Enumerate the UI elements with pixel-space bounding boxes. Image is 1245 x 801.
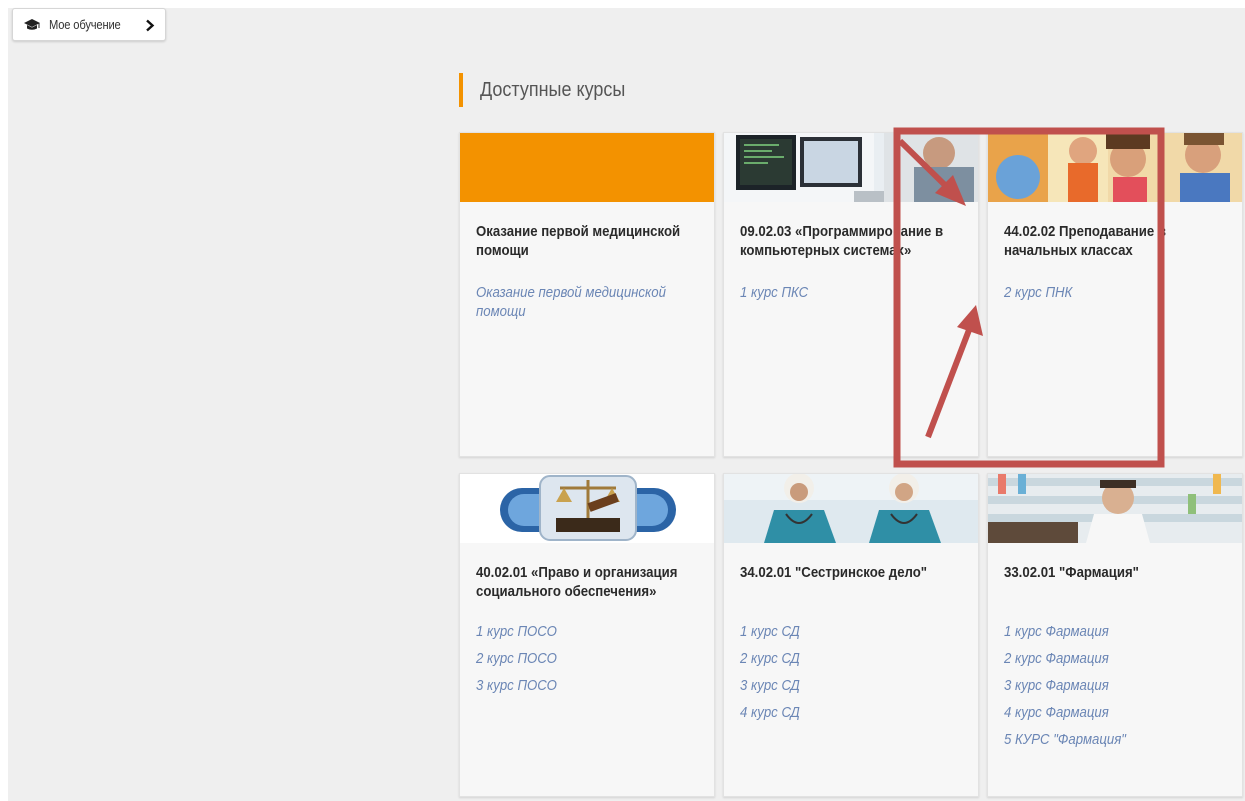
section-title: Доступные курсы	[459, 73, 641, 107]
course-card-programming[interactable]: 09.02.03 «Программирование в компьютерны…	[723, 132, 979, 457]
course-title[interactable]: 33.02.01 "Фармация"	[1004, 563, 1230, 582]
course-image-children	[988, 133, 1242, 202]
course-link[interactable]: 1 курс ПОСО	[476, 622, 704, 649]
graduation-cap-icon	[24, 18, 40, 30]
course-image-pharmacist	[988, 474, 1242, 543]
course-image-computers	[724, 133, 978, 202]
course-title[interactable]: Оказание первой медицинской помощи	[476, 222, 702, 260]
course-link[interactable]: Оказание первой медицинской помощи	[476, 283, 704, 321]
course-title[interactable]: 44.02.02 Преподавание в начальных класса…	[1004, 222, 1230, 260]
course-title[interactable]: 40.02.01 «Право и организация социальног…	[476, 563, 702, 601]
course-link[interactable]: 4 курс Фармация	[1004, 703, 1232, 730]
course-image-scales	[460, 474, 714, 543]
course-link[interactable]: 4 курс СД	[740, 703, 968, 730]
course-link[interactable]: 1 курс Фармация	[1004, 622, 1232, 649]
course-card-nursing[interactable]: 34.02.01 "Сестринское дело" 1 курс СД 2 …	[723, 473, 979, 797]
course-banner-orange	[460, 133, 714, 202]
course-link[interactable]: 3 курс ПОСО	[476, 676, 704, 703]
breadcrumb-my-learning[interactable]: Мое обучение	[12, 8, 166, 41]
course-link[interactable]: 5 КУРС "Фармация"	[1004, 730, 1232, 757]
course-link[interactable]: 1 курс ПКС	[740, 283, 968, 310]
course-title[interactable]: 34.02.01 "Сестринское дело"	[740, 563, 966, 582]
chevron-right-icon	[146, 19, 155, 32]
course-link[interactable]: 2 курс Фармация	[1004, 649, 1232, 676]
course-title[interactable]: 09.02.03 «Программирование в компьютерны…	[740, 222, 966, 260]
course-card-first-aid[interactable]: Оказание первой медицинской помощи Оказа…	[459, 132, 715, 457]
course-card-primary-teaching[interactable]: 44.02.02 Преподавание в начальных класса…	[987, 132, 1243, 457]
course-link[interactable]: 3 курс СД	[740, 676, 968, 703]
course-link[interactable]: 3 курс Фармация	[1004, 676, 1232, 703]
course-link[interactable]: 1 курс СД	[740, 622, 968, 649]
course-link[interactable]: 2 курс СД	[740, 649, 968, 676]
breadcrumb-label: Мое обучение	[49, 17, 121, 32]
course-link[interactable]: 2 курс ПОСО	[476, 649, 704, 676]
course-card-law[interactable]: 40.02.01 «Право и организация социальног…	[459, 473, 715, 797]
course-card-pharmacy[interactable]: 33.02.01 "Фармация" 1 курс Фармация 2 ку…	[987, 473, 1243, 797]
course-image-nurses	[724, 474, 978, 543]
course-link[interactable]: 2 курс ПНК	[1004, 283, 1232, 310]
